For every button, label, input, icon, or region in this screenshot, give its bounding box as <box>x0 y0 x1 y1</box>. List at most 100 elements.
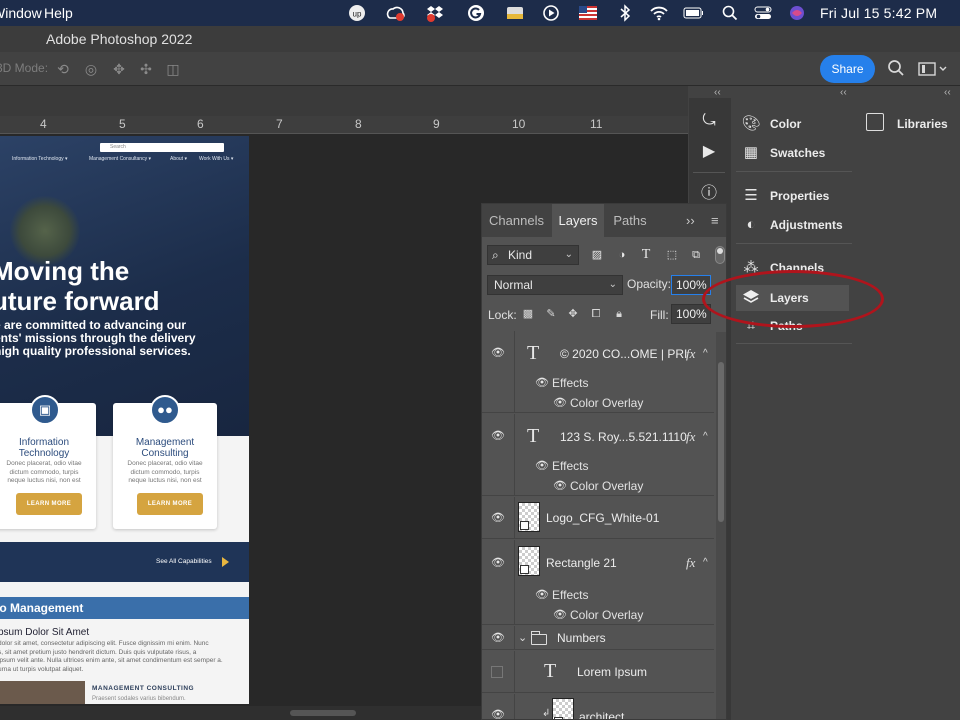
scrollbar-thumb[interactable] <box>290 710 356 716</box>
control-center-icon[interactable] <box>753 3 773 23</box>
3d-pan-icon[interactable]: ✥ <box>110 60 128 78</box>
lock-position-icon[interactable]: ✥ <box>566 307 580 321</box>
scrollbar-thumb[interactable] <box>718 362 724 522</box>
eye-icon[interactable]: 👁︎ <box>491 558 505 569</box>
dock-color-panel[interactable]: 🎨︎ Color <box>732 111 854 137</box>
layer-group-row[interactable]: 👁︎ ⌄ Numbers <box>482 626 714 650</box>
drive-icon[interactable] <box>505 3 525 23</box>
eye-icon[interactable]: 👁︎ <box>535 461 549 472</box>
lock-transparent-icon[interactable]: ▩ <box>521 307 535 321</box>
ruler-label: 6 <box>197 117 204 131</box>
share-button[interactable]: Share <box>820 55 875 83</box>
fx-icon[interactable]: fx <box>686 346 695 362</box>
wifi-icon[interactable] <box>649 3 669 23</box>
info-icon[interactable]: ⓘ <box>698 183 720 205</box>
eye-icon[interactable]: 👁︎ <box>491 513 505 524</box>
lock-artboard-icon[interactable]: ⧠ <box>589 307 603 321</box>
battery-icon[interactable] <box>683 3 703 23</box>
filter-adjustment-icon[interactable]: ◑ <box>615 248 629 262</box>
divider <box>736 343 852 344</box>
3d-mode-label: 3D Mode: <box>0 61 49 75</box>
tab-layers[interactable]: Layers <box>552 204 604 237</box>
3d-orbit-icon[interactable]: ⟲ <box>54 60 72 78</box>
layers-scrollbar[interactable] <box>716 332 726 719</box>
chevron-up-icon[interactable]: ^ <box>703 348 708 359</box>
eye-icon[interactable]: 👁︎ <box>553 610 567 621</box>
dropbox-icon[interactable] <box>425 3 445 23</box>
layer-list: 👁︎ T © 2020 CO...OME | PRI fx ^ 👁︎ Effec… <box>482 331 714 720</box>
actions-play-icon[interactable]: ▶ <box>698 141 720 163</box>
play-circle-icon[interactable] <box>541 3 561 23</box>
eye-icon[interactable]: 👁︎ <box>491 710 505 720</box>
menu-help[interactable]: Help <box>44 5 73 21</box>
fx-icon[interactable]: fx <box>686 555 695 571</box>
eye-icon[interactable]: 👁︎ <box>491 431 505 442</box>
card-body-line: dictum commodo, turpis <box>130 468 200 476</box>
panel-menu-icon[interactable]: ≡ <box>711 213 719 228</box>
3d-roll-icon[interactable]: ◎ <box>82 60 100 78</box>
tab-paths[interactable]: Paths <box>605 204 655 237</box>
filter-toggle-switch[interactable] <box>715 246 725 264</box>
chevron-down-icon[interactable]: ⌄ <box>518 631 527 644</box>
3d-slide-icon[interactable]: ✣ <box>137 60 155 78</box>
filter-kind-select[interactable]: ⌕ Kind ⌄ <box>487 245 579 265</box>
collapse-arrows-icon[interactable]: ‹‹ <box>944 87 951 98</box>
chevron-up-icon[interactable]: ^ <box>703 557 708 568</box>
history-icon[interactable]: ⤿ <box>698 110 720 132</box>
tab-channels[interactable]: Channels <box>482 204 551 237</box>
eye-icon[interactable]: 👁︎ <box>535 378 549 389</box>
lock-all-icon[interactable]: 🔒︎ <box>612 307 626 321</box>
upwork-icon[interactable]: up <box>347 3 367 23</box>
workspace-switcher-icon[interactable] <box>918 61 948 77</box>
blend-mode-select[interactable]: Normal ⌄ <box>487 275 623 295</box>
eye-icon[interactable]: 👁︎ <box>535 590 549 601</box>
us-flag-icon[interactable] <box>578 3 598 23</box>
effect-name: Color Overlay <box>570 479 644 493</box>
menubar-clock[interactable]: Fri Jul 15 5:42 PM <box>820 5 937 21</box>
chevron-down-icon: ⌄ <box>608 279 617 290</box>
filter-type-icon[interactable]: T <box>639 248 653 262</box>
horizontal-ruler[interactable]: 4 5 6 7 8 9 10 11 <box>0 116 688 134</box>
dock-swatches-panel[interactable]: ▦ Swatches <box>732 140 854 166</box>
card-body: Donec placerat, odio vitae dictum commodo… <box>0 460 96 486</box>
layer-row[interactable]: 👁︎ T © 2020 CO...OME | PRI fx ^ 👁︎ Effec… <box>482 331 714 413</box>
app-titlebar: Adobe Photoshop 2022 <box>0 26 960 52</box>
filter-shape-icon[interactable]: ⬚ <box>665 248 679 262</box>
3d-camera-icon[interactable]: ◫ <box>164 60 182 78</box>
card-body-line: neque luctus nisi, non est <box>7 477 81 484</box>
lock-brush-icon[interactable]: ✎ <box>544 307 558 321</box>
collapse-arrows-icon[interactable]: ‹‹ <box>840 87 847 98</box>
text-layer-icon: T <box>527 425 540 447</box>
search-icon[interactable] <box>887 59 905 77</box>
menu-window[interactable]: Window <box>0 5 42 21</box>
creative-cloud-icon[interactable] <box>385 3 405 23</box>
layer-row[interactable]: 👁︎ ↲ architect <box>482 694 714 720</box>
dock-properties-panel[interactable]: ☰ Properties <box>732 183 854 209</box>
effect-name: Color Overlay <box>570 608 644 622</box>
more-tabs-icon[interactable]: ›› <box>686 213 695 228</box>
spotlight-search-icon[interactable] <box>720 3 740 23</box>
document-canvas[interactable]: Search Information Technology ▾ Manageme… <box>0 136 249 704</box>
siri-icon[interactable] <box>787 3 807 23</box>
lorem-heading: psum Dolor Sit Amet <box>0 627 90 638</box>
visibility-off-box[interactable] <box>491 666 503 678</box>
layer-row[interactable]: 👁︎ Rectangle 21 fx ^ 👁︎ Effects 👁︎ Color… <box>482 540 714 625</box>
layer-row[interactable]: 👁︎ T 123 S. Roy...5.521.1110 fx ^ 👁︎ Eff… <box>482 414 714 496</box>
grammarly-icon[interactable] <box>466 3 486 23</box>
eye-icon[interactable]: 👁︎ <box>553 481 567 492</box>
site-nav-item: About ▾ <box>170 156 187 162</box>
fx-icon[interactable]: fx <box>686 429 695 445</box>
eye-icon[interactable]: 👁︎ <box>553 398 567 409</box>
eye-icon[interactable]: 👁︎ <box>491 348 505 359</box>
lorem-line: ipsum velit ante. Nulla ultrices enim an… <box>0 657 223 664</box>
bluetooth-icon[interactable] <box>615 3 635 23</box>
filter-smart-object-icon[interactable]: ⧉ <box>689 248 703 262</box>
collapse-arrows-icon[interactable]: ‹‹ <box>714 87 721 98</box>
layer-row[interactable]: 👁︎ Logo_CFG_White-01 <box>482 497 714 539</box>
lorem-line: urna ut turpis volutpat aliquet. <box>0 665 84 673</box>
eye-icon[interactable]: 👁︎ <box>491 633 505 644</box>
filter-pixel-icon[interactable]: ▨ <box>590 248 604 262</box>
dock-adjustments-panel[interactable]: ◐ Adjustments <box>732 212 854 238</box>
chevron-up-icon[interactable]: ^ <box>703 431 708 442</box>
layer-row[interactable]: T Lorem Ipsum <box>482 651 714 693</box>
